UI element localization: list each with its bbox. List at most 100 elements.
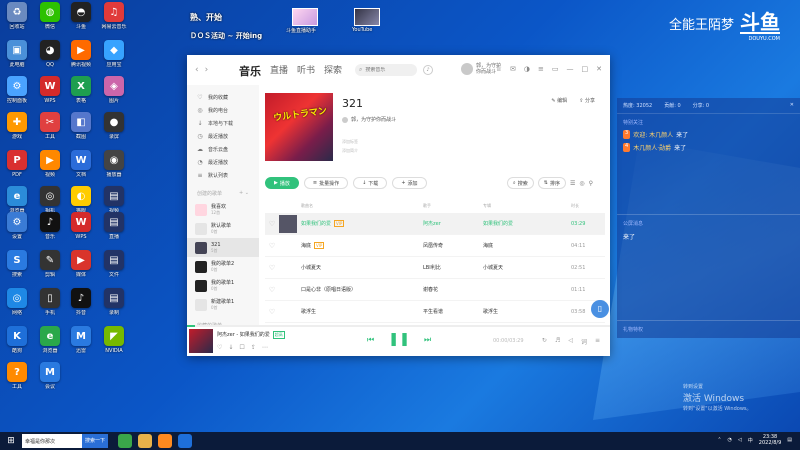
- clock[interactable]: 23:38 2022/8/9: [759, 434, 781, 446]
- desktop-icon[interactable]: ✚ 游戏: [0, 112, 34, 152]
- quality-badge[interactable]: 超高: [272, 331, 285, 339]
- sidebar-item[interactable]: ≡ 默认列表: [187, 169, 259, 182]
- sidebar-playlist-item[interactable]: 新建歌单1 0首: [187, 295, 259, 314]
- desktop-icon[interactable]: ◉ 播放器: [97, 150, 131, 190]
- sidebar-playlist-item[interactable]: 我的歌单1 0首: [187, 276, 259, 295]
- desktop-icon[interactable]: ▶ 视频: [33, 150, 67, 190]
- share-button[interactable]: ⇪ 分享: [579, 97, 595, 104]
- desktop-icon[interactable]: K 酷狗: [0, 326, 34, 366]
- col-album[interactable]: 专辑: [483, 203, 571, 209]
- desktop-icon[interactable]: S 搜索: [0, 250, 34, 290]
- desktop-icon[interactable]: ▤ 直播: [97, 212, 131, 252]
- sidebar-playlist-item[interactable]: 321 5首: [187, 238, 259, 257]
- song-title[interactable]: 小城夏天: [301, 264, 321, 271]
- now-playing-text[interactable]: 阿杰zer - 如果我们的爱: [217, 331, 270, 339]
- skin-icon[interactable]: ◑: [524, 65, 530, 73]
- desktop-icon[interactable]: ♪ 抖音: [64, 288, 98, 328]
- desktop-icon[interactable]: ♻ 回收站: [0, 2, 34, 42]
- vip-icon[interactable]: ♕: [496, 65, 502, 73]
- desktop-icon[interactable]: ⚙ 设置: [0, 212, 34, 252]
- desktop-icon[interactable]: ▶ 媒体: [64, 250, 98, 290]
- mini-mode-icon[interactable]: ▭: [552, 65, 559, 73]
- taskbar-search[interactable]: 幸福是你那次: [22, 434, 82, 448]
- back-icon[interactable]: ‹: [195, 65, 205, 75]
- add-intro-link[interactable]: 添加简介: [342, 146, 358, 155]
- sidebar-item[interactable]: ♡ 我的收藏: [187, 91, 259, 104]
- song-artist[interactable]: LBI利比: [423, 264, 483, 271]
- taskbar-app-icon[interactable]: [118, 434, 132, 448]
- desktop-icon[interactable]: ◧ 截图: [64, 112, 98, 152]
- song-row[interactable]: ♡ 如果我们的爱 VIP 阿杰zer 如果我们的爱 03:29: [265, 213, 605, 235]
- song-row[interactable]: ♡ 小城夏天 LBI利比 小城夏天 02:51: [265, 257, 605, 279]
- desktop-icon[interactable]: M 迅雷: [64, 326, 98, 366]
- sidebar-playlist-item[interactable]: 默认歌单 0首: [187, 219, 259, 238]
- tab-audiobook[interactable]: 听书: [297, 63, 315, 79]
- batch-button[interactable]: ≡ 批量操作: [303, 177, 349, 189]
- mini-player-float-icon[interactable]: ▯: [591, 300, 609, 318]
- desktop-icon[interactable]: ◆ 应用宝: [97, 40, 131, 80]
- col-artist[interactable]: 歌手: [423, 203, 483, 209]
- forward-icon[interactable]: ›: [205, 65, 215, 75]
- desktop-icon[interactable]: ? 工具: [0, 362, 34, 402]
- tab-live[interactable]: 直播: [270, 63, 288, 79]
- add-tag-link[interactable]: 添加标签: [342, 137, 358, 146]
- taskbar-app-icon[interactable]: [138, 434, 152, 448]
- edit-button[interactable]: ✎ 编辑: [551, 97, 567, 104]
- song-album[interactable]: 海底: [483, 242, 571, 249]
- settings-icon[interactable]: ⚲: [589, 180, 593, 187]
- desktop-icon[interactable]: ◎ 网络: [0, 288, 34, 328]
- sidebar-item[interactable]: ↓ 本地与下载: [187, 117, 259, 130]
- desktop-icon[interactable]: W WPS: [64, 212, 98, 252]
- sidebar-item[interactable]: ◎ 我的电台: [187, 104, 259, 117]
- next-icon[interactable]: ⏭: [424, 335, 431, 345]
- desktop-icon[interactable]: e 浏览器: [33, 326, 67, 366]
- minimize-icon[interactable]: —: [567, 65, 574, 73]
- sidebar-playlist-item[interactable]: 我的歌单2 0首: [187, 257, 259, 276]
- desktop-icon[interactable]: ✎ 剪辑: [33, 250, 67, 290]
- song-artist[interactable]: 谢春花: [423, 286, 483, 293]
- loop-icon[interactable]: ↻: [542, 337, 547, 346]
- volume-tray-icon[interactable]: ◁: [738, 437, 742, 443]
- like-icon[interactable]: ♡: [265, 308, 279, 316]
- play-button[interactable]: ▶ 播放: [265, 177, 299, 189]
- avatar[interactable]: [461, 63, 473, 75]
- desktop-thumb-1[interactable]: [292, 8, 318, 26]
- song-title[interactable]: 如果我们的爱: [301, 220, 331, 227]
- playlist-creator[interactable]: 郭，为守护你而战斗: [342, 116, 396, 123]
- desktop-thumb-2[interactable]: [354, 8, 380, 26]
- listen-icon[interactable]: ♪: [423, 65, 433, 75]
- like-icon[interactable]: ♡: [265, 286, 279, 294]
- search-box[interactable]: ⌕: [355, 64, 417, 76]
- taskbar-app-icon[interactable]: [178, 434, 192, 448]
- like-icon[interactable]: ♡: [265, 264, 279, 272]
- desktop-icon[interactable]: M 会议: [33, 362, 67, 402]
- taskbar-search-button[interactable]: 搜索一下: [82, 434, 108, 448]
- desktop-icon[interactable]: ● 录屏: [97, 112, 131, 152]
- playlist-queue-icon[interactable]: ≡: [595, 337, 600, 346]
- song-artist[interactable]: 凤凰传奇: [423, 242, 483, 249]
- song-artist[interactable]: 平生看谱: [423, 308, 483, 315]
- desktop-icon[interactable]: X 表格: [64, 76, 98, 116]
- song-album[interactable]: 小城夏天: [483, 264, 571, 271]
- desktop-icon[interactable]: ♫ 网易云音乐: [97, 2, 131, 42]
- desktop-icon[interactable]: ▶ 腾讯视频: [64, 40, 98, 80]
- download-icon[interactable]: ↓: [228, 344, 233, 351]
- previous-icon[interactable]: ⏮: [367, 335, 374, 345]
- sidebar-item[interactable]: ◷ 最近播放: [187, 130, 259, 143]
- song-row[interactable]: ♡ 口是心非（原唱日语版） 谢春花 01:11: [265, 279, 605, 301]
- like-icon[interactable]: ♡: [217, 344, 222, 351]
- desktop-icon[interactable]: P PDF: [0, 150, 34, 190]
- notification-icon[interactable]: ▤: [787, 437, 792, 443]
- progress-bar[interactable]: [187, 325, 610, 327]
- pause-icon[interactable]: ❚❚: [388, 332, 410, 347]
- effect-icon[interactable]: ♬: [555, 337, 560, 346]
- like-icon[interactable]: ♡: [265, 220, 279, 228]
- col-title[interactable]: 歌曲名: [301, 203, 423, 209]
- download-2-button[interactable]: ↓ 下载: [353, 177, 388, 189]
- ime-icon[interactable]: 中: [748, 437, 753, 444]
- mail-icon[interactable]: ✉: [510, 65, 516, 73]
- taskbar-app-icon[interactable]: [158, 434, 172, 448]
- desktop-icon[interactable]: ◓ 斗鱼: [64, 2, 98, 42]
- share-icon[interactable]: ⇪: [251, 344, 256, 351]
- start-icon[interactable]: ⊞: [0, 436, 22, 446]
